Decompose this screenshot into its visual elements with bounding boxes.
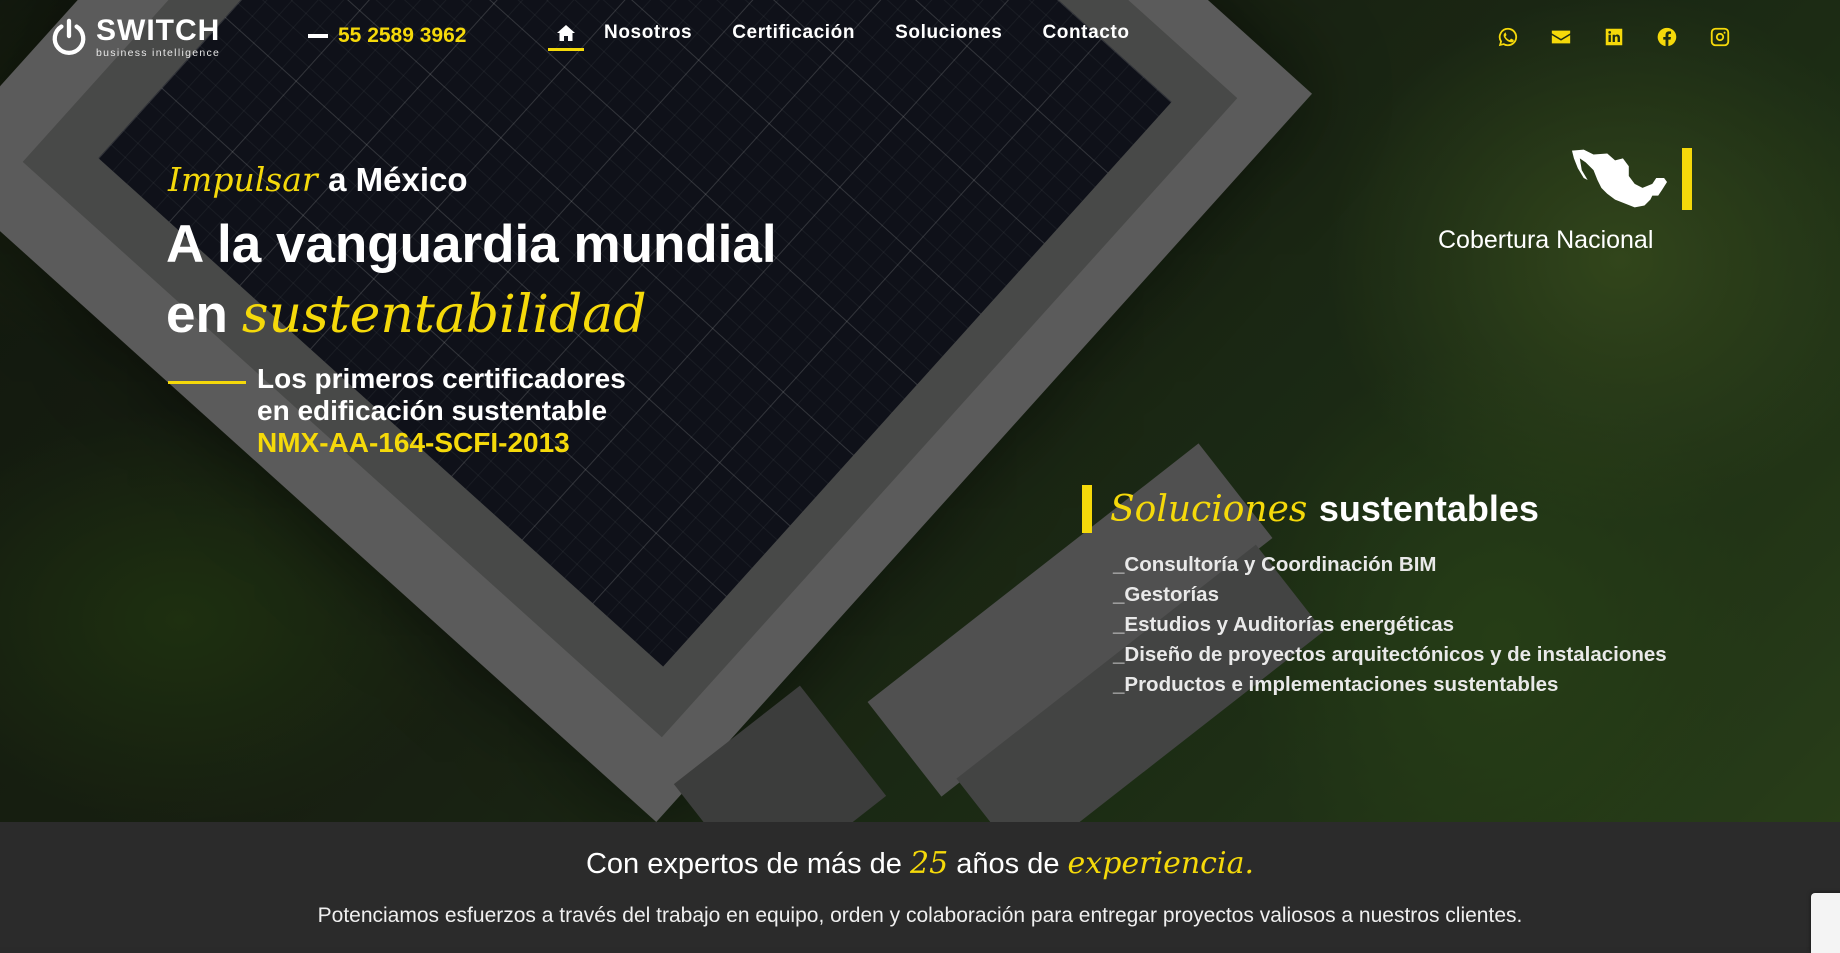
whatsapp-icon[interactable] — [1497, 26, 1519, 48]
hero-title-line1: A la vanguardia mundial — [166, 215, 777, 274]
experience-band: Con expertos de más de 25 años de experi… — [0, 822, 1840, 947]
heading-mid: años de — [956, 848, 1060, 880]
coverage-label: Cobertura Nacional — [1438, 226, 1654, 254]
years-number: 25 — [910, 846, 949, 881]
dash-icon — [308, 34, 328, 38]
kicker-script: Impulsar — [168, 160, 318, 199]
phone-number[interactable]: 55 2589 3962 — [338, 24, 466, 48]
list-item: _Gestorías — [1113, 583, 1219, 606]
accent-bar — [1082, 485, 1092, 533]
phone-contact[interactable]: 55 2589 3962 — [308, 24, 466, 48]
facebook-icon[interactable] — [1656, 26, 1678, 48]
accent-bar — [1682, 148, 1692, 210]
hero-claim: Los primeros certificadores en edificaci… — [257, 363, 626, 459]
logo-tagline: business intelligence — [96, 47, 221, 59]
active-underline — [548, 48, 584, 51]
social-links — [1497, 26, 1731, 48]
nav-contacto[interactable]: Contacto — [1042, 22, 1129, 44]
nav-certificacion[interactable]: Certificación — [732, 22, 855, 44]
recaptcha-badge[interactable] — [1811, 893, 1840, 953]
kicker-text: a México — [328, 161, 468, 198]
claim-norm: NMX-AA-164-SCFI-2013 — [257, 427, 570, 458]
list-item: _Diseño de proyectos arquitectónicos y d… — [1113, 643, 1667, 666]
solutions-heading: Soluciones sustentables — [1110, 488, 1539, 530]
national-coverage: Cobertura Nacional — [1438, 148, 1692, 260]
nav-home[interactable] — [548, 22, 584, 51]
mexico-map-icon — [1571, 149, 1668, 208]
hero-kicker: Impulsar a México — [168, 160, 468, 199]
list-item: _Estudios y Auditorías energéticas — [1113, 613, 1455, 636]
nav-soluciones[interactable]: Soluciones — [895, 22, 1002, 44]
nav-nosotros[interactable]: Nosotros — [604, 22, 692, 44]
solutions-list: _Consultoría y Coordinación BIM _Gestorí… — [1113, 550, 1667, 700]
envelope-icon[interactable] — [1550, 26, 1572, 48]
logo-name: SWITCH — [96, 14, 221, 47]
title-script: sustentabilidad — [241, 285, 647, 345]
solutions-script: Soluciones — [1110, 489, 1308, 530]
site-logo[interactable]: SWITCH business intelligence — [50, 16, 220, 59]
experience-subtext: Potenciamos esfuerzos a través del traba… — [317, 904, 1523, 927]
instagram-icon[interactable] — [1709, 26, 1731, 48]
heading-script: experiencia. — [1067, 846, 1254, 881]
title-prefix: en — [166, 285, 228, 344]
main-nav: Nosotros Certificación Soluciones Contac… — [548, 22, 1170, 51]
home-icon — [557, 25, 575, 41]
hero-title-line2: en sustentabilidad — [166, 284, 647, 345]
list-item: _Consultoría y Coordinación BIM — [1113, 553, 1437, 576]
heading-pre: Con expertos de más de — [585, 848, 902, 880]
list-item: _Productos e implementaciones sustentabl… — [1113, 673, 1559, 696]
solutions-bold: sustentables — [1318, 488, 1539, 529]
power-icon — [52, 18, 86, 56]
experience-heading: Con expertos de más de 25 años de experi… — [0, 846, 1840, 881]
claim-line1: Los primeros certificadores — [257, 363, 626, 394]
claim-line2: en edificación sustentable — [257, 395, 608, 426]
accent-line — [168, 381, 246, 384]
linkedin-icon[interactable] — [1603, 26, 1625, 48]
